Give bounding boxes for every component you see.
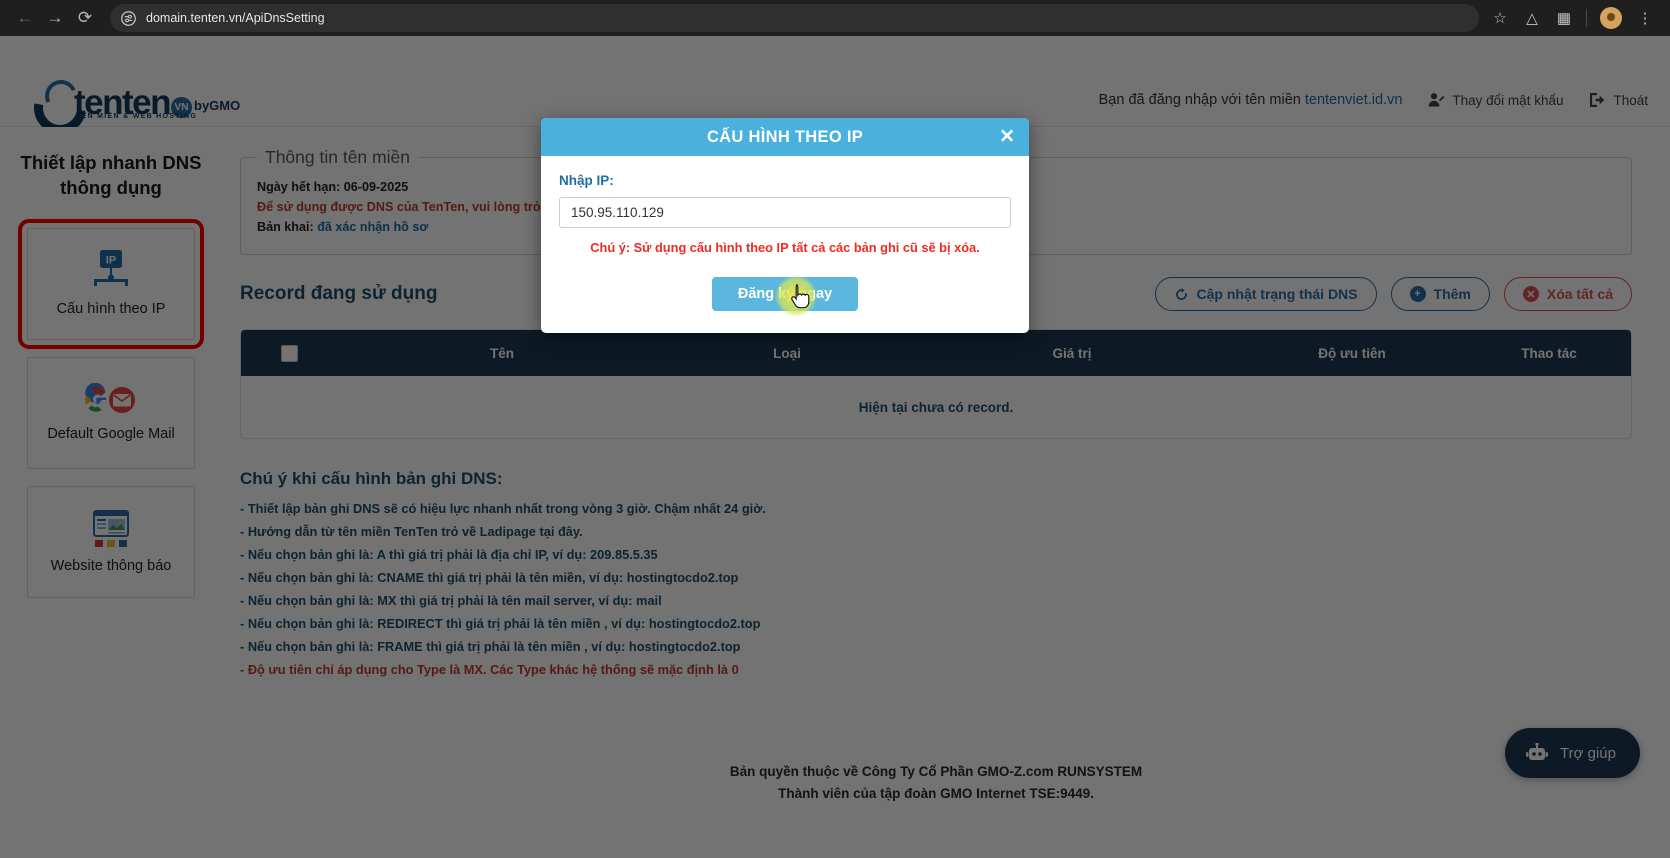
toolbar-divider xyxy=(1586,9,1587,27)
modal-title: CẤU HÌNH THEO IP xyxy=(706,127,864,146)
close-icon[interactable]: ✕ xyxy=(999,128,1015,147)
warning-triangle-icon[interactable]: △ xyxy=(1517,3,1547,33)
address-bar[interactable]: domain.tenten.vn/ApiDnsSetting xyxy=(110,4,1479,32)
three-dot-menu-icon[interactable]: ⋮ xyxy=(1630,3,1660,33)
modal-warning-text: Chú ý: Sử dụng cấu hình theo IP tất cả c… xyxy=(590,240,980,255)
profile-avatar-icon[interactable] xyxy=(1600,7,1622,29)
extensions-icon[interactable]: ▦ xyxy=(1549,3,1579,33)
reload-icon[interactable]: ⟳ xyxy=(70,3,100,33)
mouse-cursor-icon xyxy=(791,284,810,309)
browser-chrome: ← → ⟳ domain.tenten.vn/ApiDnsSetting ☆ △… xyxy=(0,0,1670,36)
url-text: domain.tenten.vn/ApiDnsSetting xyxy=(146,11,325,25)
modal-header: CẤU HÌNH THEO IP ✕ xyxy=(541,118,1029,156)
forward-arrow-icon[interactable]: → xyxy=(40,3,70,33)
chrome-toolbar-right: ☆ △ ▦ ⋮ xyxy=(1485,3,1660,33)
site-settings-icon[interactable] xyxy=(120,10,137,27)
star-icon[interactable]: ☆ xyxy=(1485,3,1515,33)
ip-field-label: Nhập IP: xyxy=(559,173,614,188)
ip-input[interactable] xyxy=(559,197,1011,228)
back-arrow-icon[interactable]: ← xyxy=(10,3,40,33)
